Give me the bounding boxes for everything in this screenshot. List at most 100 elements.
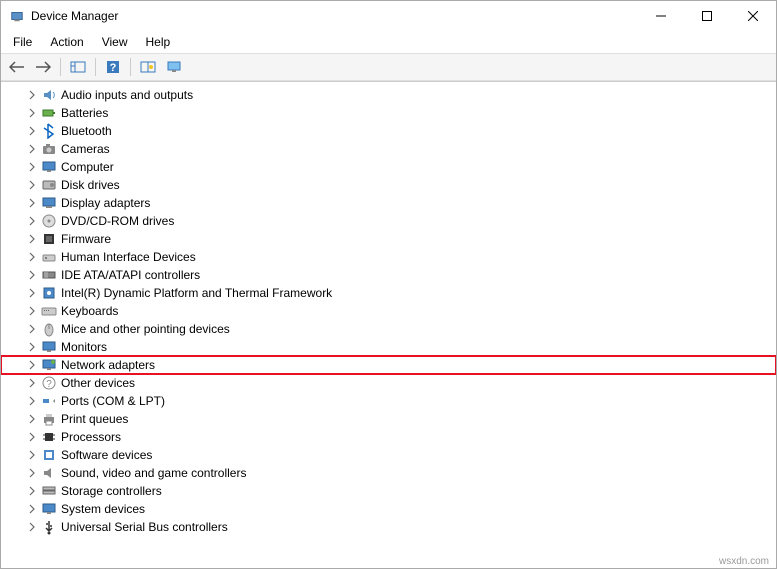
tree-label: Sound, video and game controllers bbox=[61, 466, 246, 480]
tree-item-storage[interactable]: Storage controllers bbox=[1, 482, 776, 500]
expand-icon[interactable] bbox=[25, 88, 39, 102]
camera-icon bbox=[41, 141, 57, 157]
forward-button[interactable] bbox=[31, 56, 55, 78]
expand-icon[interactable] bbox=[25, 142, 39, 156]
firmware-icon bbox=[41, 231, 57, 247]
tree-item-disk[interactable]: Disk drives bbox=[1, 176, 776, 194]
expand-icon[interactable] bbox=[25, 340, 39, 354]
expand-icon[interactable] bbox=[25, 448, 39, 462]
cpu-icon bbox=[41, 429, 57, 445]
expand-icon[interactable] bbox=[25, 178, 39, 192]
tree-item-system[interactable]: System devices bbox=[1, 500, 776, 518]
tree-item-computer[interactable]: Computer bbox=[1, 158, 776, 176]
tree-label: Mice and other pointing devices bbox=[61, 322, 230, 336]
tree-item-mouse[interactable]: Mice and other pointing devices bbox=[1, 320, 776, 338]
device-tree-panel[interactable]: Audio inputs and outputs Batteries Bluetoo… bbox=[1, 81, 776, 568]
expand-icon[interactable] bbox=[25, 196, 39, 210]
tree-item-bluetooth[interactable]: Bluetooth bbox=[1, 122, 776, 140]
disk-icon bbox=[41, 177, 57, 193]
tree-item-network[interactable]: Network adapters bbox=[1, 356, 776, 374]
other-icon: ? bbox=[41, 375, 57, 391]
tree-item-display[interactable]: Display adapters bbox=[1, 194, 776, 212]
svg-text:?: ? bbox=[110, 62, 117, 74]
close-button[interactable] bbox=[730, 1, 776, 31]
tree-item-battery[interactable]: Batteries bbox=[1, 104, 776, 122]
titlebar: Device Manager bbox=[1, 1, 776, 31]
tree-label: Audio inputs and outputs bbox=[61, 88, 193, 102]
mouse-icon bbox=[41, 321, 57, 337]
expand-icon[interactable] bbox=[25, 394, 39, 408]
usb-icon bbox=[41, 519, 57, 535]
tree-item-audio[interactable]: Audio inputs and outputs bbox=[1, 86, 776, 104]
tree-item-other[interactable]: ?Other devices bbox=[1, 374, 776, 392]
bluetooth-icon bbox=[41, 123, 57, 139]
maximize-button[interactable] bbox=[684, 1, 730, 31]
tree-item-camera[interactable]: Cameras bbox=[1, 140, 776, 158]
expand-icon[interactable] bbox=[25, 106, 39, 120]
software-icon bbox=[41, 447, 57, 463]
tree-item-firmware[interactable]: Firmware bbox=[1, 230, 776, 248]
expand-icon[interactable] bbox=[25, 214, 39, 228]
svg-text:?: ? bbox=[46, 379, 52, 390]
tree-label: Bluetooth bbox=[61, 124, 112, 138]
printer-icon bbox=[41, 411, 57, 427]
expand-icon[interactable] bbox=[25, 232, 39, 246]
computer-icon bbox=[41, 159, 57, 175]
expand-icon[interactable] bbox=[25, 268, 39, 282]
tree-item-monitor[interactable]: Monitors bbox=[1, 338, 776, 356]
tree-item-usb[interactable]: Universal Serial Bus controllers bbox=[1, 518, 776, 536]
expand-icon[interactable] bbox=[25, 322, 39, 336]
scan-hardware-button[interactable] bbox=[136, 56, 160, 78]
expand-icon[interactable] bbox=[25, 502, 39, 516]
tree-label: Processors bbox=[61, 430, 121, 444]
network-icon bbox=[41, 357, 57, 373]
tree-label: Batteries bbox=[61, 106, 108, 120]
monitor-button[interactable] bbox=[162, 56, 186, 78]
tree-label: Cameras bbox=[61, 142, 110, 156]
expand-icon[interactable] bbox=[25, 160, 39, 174]
tree-item-keyboard[interactable]: Keyboards bbox=[1, 302, 776, 320]
menu-action[interactable]: Action bbox=[42, 33, 91, 51]
menu-help[interactable]: Help bbox=[138, 33, 179, 51]
expand-icon[interactable] bbox=[25, 376, 39, 390]
tree-item-dvd[interactable]: DVD/CD-ROM drives bbox=[1, 212, 776, 230]
expand-icon[interactable] bbox=[25, 484, 39, 498]
hid-icon bbox=[41, 249, 57, 265]
tree-label: Intel(R) Dynamic Platform and Thermal Fr… bbox=[61, 286, 332, 300]
expand-icon[interactable] bbox=[25, 520, 39, 534]
help-button[interactable]: ? bbox=[101, 56, 125, 78]
tree-label: Network adapters bbox=[61, 358, 155, 372]
tree-label: Disk drives bbox=[61, 178, 120, 192]
tree-item-thermal[interactable]: Intel(R) Dynamic Platform and Thermal Fr… bbox=[1, 284, 776, 302]
battery-icon bbox=[41, 105, 57, 121]
tree-label: Print queues bbox=[61, 412, 128, 426]
window-controls bbox=[638, 1, 776, 31]
back-button[interactable] bbox=[5, 56, 29, 78]
expand-icon[interactable] bbox=[25, 412, 39, 426]
tree-item-software[interactable]: Software devices bbox=[1, 446, 776, 464]
expand-icon[interactable] bbox=[25, 466, 39, 480]
expand-icon[interactable] bbox=[25, 124, 39, 138]
app-icon bbox=[9, 8, 25, 24]
tree-item-hid[interactable]: Human Interface Devices bbox=[1, 248, 776, 266]
keyboard-icon bbox=[41, 303, 57, 319]
menu-file[interactable]: File bbox=[5, 33, 40, 51]
expand-icon[interactable] bbox=[25, 304, 39, 318]
dvd-icon bbox=[41, 213, 57, 229]
watermark: wsxdn.com bbox=[719, 556, 769, 567]
tree-label: System devices bbox=[61, 502, 145, 516]
expand-icon[interactable] bbox=[25, 430, 39, 444]
tree-item-ide[interactable]: IDE ATA/ATAPI controllers bbox=[1, 266, 776, 284]
storage-icon bbox=[41, 483, 57, 499]
expand-icon[interactable] bbox=[25, 358, 39, 372]
tree-item-ports[interactable]: Ports (COM & LPT) bbox=[1, 392, 776, 410]
expand-icon[interactable] bbox=[25, 286, 39, 300]
tree-item-sound[interactable]: Sound, video and game controllers bbox=[1, 464, 776, 482]
expand-icon[interactable] bbox=[25, 250, 39, 264]
show-hide-console-button[interactable] bbox=[66, 56, 90, 78]
tree-item-cpu[interactable]: Processors bbox=[1, 428, 776, 446]
menu-view[interactable]: View bbox=[94, 33, 136, 51]
ide-icon bbox=[41, 267, 57, 283]
tree-item-printer[interactable]: Print queues bbox=[1, 410, 776, 428]
minimize-button[interactable] bbox=[638, 1, 684, 31]
